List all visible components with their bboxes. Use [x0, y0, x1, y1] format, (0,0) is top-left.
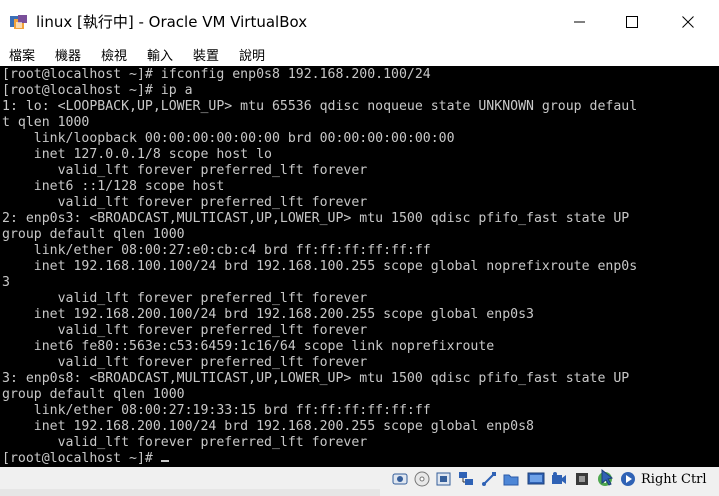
usb-icon[interactable]	[480, 470, 498, 488]
terminal-line: inet 192.168.200.100/24 brd 192.168.200.…	[2, 307, 534, 322]
terminal-line: 3	[2, 275, 10, 290]
terminal-line: inet 127.0.0.1/8 scope host lo	[2, 147, 272, 162]
terminal-line: valid_lft forever preferred_lft forever	[2, 435, 368, 450]
terminal-cursor	[160, 460, 169, 462]
keyboard-icon[interactable]	[619, 470, 637, 488]
hard-disk-icon[interactable]	[391, 470, 409, 488]
menu-bar: 檔案 機器 檢視 輸入 裝置 說明	[0, 44, 719, 66]
window-title: linux [執行中] - Oracle VM VirtualBox	[36, 13, 308, 31]
virtualbox-app-icon	[10, 15, 27, 29]
maximize-icon	[626, 16, 638, 28]
menu-file[interactable]: 檔案	[9, 45, 35, 64]
video-capture-icon[interactable]	[550, 470, 568, 488]
vm-console-screen[interactable]: [root@localhost ~]# ifconfig enp0s8 192.…	[0, 66, 719, 467]
terminal-line: group default qlen 1000	[2, 227, 185, 242]
network-icon[interactable]	[457, 470, 475, 488]
terminal-line: inet6 fe80::563e:c53:6459:1c16/64 scope …	[2, 339, 495, 354]
shared-folders-icon[interactable]	[502, 470, 520, 488]
terminal-line: [root@localhost ~]# ip a	[2, 83, 193, 98]
mouse-integration-icon[interactable]	[598, 468, 618, 486]
terminal-line: valid_lft forever preferred_lft forever	[2, 195, 368, 210]
minimize-icon	[574, 21, 585, 23]
terminal-line: valid_lft forever preferred_lft forever	[2, 323, 368, 338]
menu-machine[interactable]: 機器	[55, 45, 81, 64]
terminal-line: [root@localhost ~]# ifconfig enp0s8 192.…	[2, 67, 431, 82]
terminal-line: inet 192.168.200.100/24 brd 192.168.200.…	[2, 419, 534, 434]
close-button[interactable]	[665, 0, 711, 44]
terminal-line: [root@localhost ~]#	[2, 451, 637, 467]
terminal-line: link/loopback 00:00:00:00:00:00 brd 00:0…	[2, 131, 455, 146]
maximize-button[interactable]	[609, 0, 655, 44]
terminal-output: [root@localhost ~]# ifconfig enp0s8 192.…	[2, 67, 637, 467]
host-key-label[interactable]: Right Ctrl	[641, 472, 707, 487]
menu-devices[interactable]: 裝置	[193, 45, 219, 64]
terminal-line: valid_lft forever preferred_lft forever	[2, 291, 368, 306]
terminal-line: valid_lft forever preferred_lft forever	[2, 163, 368, 178]
status-bar-strip	[0, 489, 380, 496]
terminal-line: 3: enp0s8: <BROADCAST,MULTICAST,UP,LOWER…	[2, 371, 630, 386]
cpu-icon[interactable]	[573, 470, 591, 488]
display-icon[interactable]	[527, 470, 545, 488]
minimize-button[interactable]	[557, 0, 603, 44]
terminal-line: t qlen 1000	[2, 115, 90, 130]
audio-icon[interactable]	[435, 470, 453, 488]
close-icon	[682, 16, 694, 28]
terminal-line: valid_lft forever preferred_lft forever	[2, 355, 368, 370]
terminal-line: inet 192.168.100.100/24 brd 192.168.100.…	[2, 259, 638, 274]
menu-help[interactable]: 說明	[239, 45, 265, 64]
menu-view[interactable]: 檢視	[101, 45, 127, 64]
terminal-line: link/ether 08:00:27:e0:cb:c4 brd ff:ff:f…	[2, 243, 431, 258]
terminal-line: 2: enp0s3: <BROADCAST,MULTICAST,UP,LOWER…	[2, 211, 630, 226]
virtualbox-window: linux [執行中] - Oracle VM VirtualBox 檔案 機器…	[0, 0, 719, 496]
terminal-line: group default qlen 1000	[2, 387, 185, 402]
terminal-line: inet6 ::1/128 scope host	[2, 179, 225, 194]
menu-input[interactable]: 輸入	[147, 45, 173, 64]
optical-drive-icon[interactable]	[413, 470, 431, 488]
terminal-line: 1: lo: <LOOPBACK,UP,LOWER_UP> mtu 65536 …	[2, 99, 638, 114]
title-bar[interactable]: linux [執行中] - Oracle VM VirtualBox	[0, 0, 719, 44]
terminal-line: link/ether 08:00:27:19:33:15 brd ff:ff:f…	[2, 403, 431, 418]
status-bar: V Right Ctrl	[0, 467, 719, 496]
